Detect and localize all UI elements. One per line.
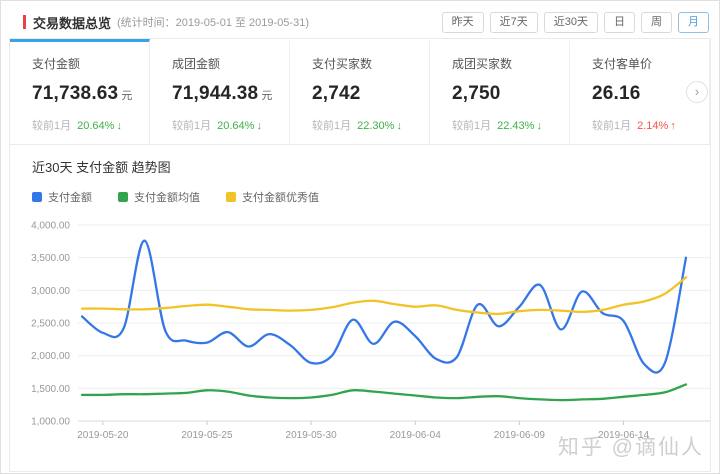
content-box: 支付金额 71,738.63元 较前1月20.64%↓ 成团金额 71,944.… bbox=[9, 38, 711, 472]
range-button-week[interactable]: 周 bbox=[641, 12, 672, 33]
metric-cards: 支付金额 71,738.63元 较前1月20.64%↓ 成团金额 71,944.… bbox=[10, 39, 710, 145]
chart-area: 4,000.00 3,500.00 3,000.00 2,500.00 2,000.00… bbox=[20, 213, 710, 456]
page-title: 交易数据总览 bbox=[33, 13, 111, 32]
legend-item-excellent[interactable]: 支付金额优秀值 bbox=[226, 189, 319, 205]
chart-legend: 支付金额 支付金额均值 支付金额优秀值 bbox=[32, 189, 710, 205]
title-wrap: 交易数据总览 (统计时间：2019-05-01 至 2019-05-31) bbox=[9, 13, 309, 32]
compare-percent: 20.64% bbox=[217, 120, 254, 132]
card-paying-buyers[interactable]: 支付买家数 2,742 较前1月 22.30%↓ bbox=[290, 39, 430, 144]
card-unit: 元 bbox=[261, 90, 272, 102]
compare-label: 较前1月 bbox=[172, 120, 211, 132]
title-accent-bar bbox=[23, 15, 26, 29]
range-button-month[interactable]: 月 bbox=[678, 12, 709, 33]
range-button-yesterday[interactable]: 昨天 bbox=[442, 12, 484, 33]
chevron-right-icon: › bbox=[695, 84, 699, 99]
date-range-buttons: 昨天 近7天 近30天 日 周 月 bbox=[442, 12, 709, 33]
card-label: 支付买家数 bbox=[312, 55, 419, 72]
compare-label: 较前1月 bbox=[452, 120, 491, 132]
legend-marker-yellow-icon bbox=[226, 192, 236, 202]
svg-text:2019-06-04: 2019-06-04 bbox=[390, 430, 442, 441]
svg-text:4,000.00: 4,000.00 bbox=[31, 221, 70, 232]
trend-down-arrow-icon: ↓ bbox=[256, 120, 262, 132]
dashboard-page: 交易数据总览 (统计时间：2019-05-01 至 2019-05-31) 昨天… bbox=[0, 0, 720, 474]
svg-text:2019-06-14: 2019-06-14 bbox=[598, 430, 650, 441]
card-value: 71,738.63 bbox=[32, 83, 118, 104]
trend-chart-panel: 近30天 支付金额 趋势图 支付金额 支付金额均值 支付金额优秀值 4,000.… bbox=[10, 145, 710, 471]
card-value: 2,750 bbox=[452, 83, 501, 104]
card-group-amount[interactable]: 成团金额 71,944.38元 较前1月 20.64%↓ bbox=[150, 39, 290, 144]
trend-down-arrow-icon: ↓ bbox=[396, 120, 402, 132]
card-label: 成团金额 bbox=[172, 55, 279, 72]
card-unit: 元 bbox=[121, 90, 132, 102]
compare-percent: 22.43% bbox=[497, 120, 534, 132]
card-payment-amount[interactable]: 支付金额 71,738.63元 较前1月 20.64%↓ bbox=[10, 39, 150, 144]
legend-item-average[interactable]: 支付金额均值 bbox=[118, 189, 200, 205]
compare-label: 较前1月 bbox=[312, 120, 351, 132]
chart-title: 近30天 支付金额 趋势图 bbox=[32, 157, 710, 176]
compare-label: 较前1月 bbox=[592, 120, 631, 132]
compare-percent: 2.14% bbox=[637, 120, 668, 132]
range-button-day[interactable]: 日 bbox=[604, 12, 635, 33]
card-label: 成团买家数 bbox=[452, 55, 559, 72]
svg-text:1,000.00: 1,000.00 bbox=[31, 417, 70, 428]
svg-text:2019-06-09: 2019-06-09 bbox=[494, 430, 546, 441]
page-subtitle: (统计时间：2019-05-01 至 2019-05-31) bbox=[117, 14, 309, 30]
svg-text:1,500.00: 1,500.00 bbox=[31, 384, 70, 395]
legend-item-payment[interactable]: 支付金额 bbox=[32, 189, 92, 205]
legend-marker-green-icon bbox=[118, 192, 128, 202]
trend-down-arrow-icon: ↓ bbox=[116, 120, 122, 132]
card-group-buyers[interactable]: 成团买家数 2,750 较前1月 22.43%↓ bbox=[430, 39, 570, 144]
svg-text:2,500.00: 2,500.00 bbox=[31, 319, 70, 330]
card-label: 支付客单价 bbox=[592, 55, 699, 72]
svg-text:2,000.00: 2,000.00 bbox=[31, 351, 70, 362]
trend-chart-svg: 4,000.00 3,500.00 3,000.00 2,500.00 2,000.00… bbox=[20, 213, 720, 451]
svg-text:2019-05-30: 2019-05-30 bbox=[286, 430, 338, 441]
compare-percent: 20.64% bbox=[77, 120, 114, 132]
svg-text:3,500.00: 3,500.00 bbox=[31, 253, 70, 264]
trend-down-arrow-icon: ↓ bbox=[536, 120, 542, 132]
svg-text:2019-05-20: 2019-05-20 bbox=[77, 430, 129, 441]
carousel-next-button[interactable]: › bbox=[686, 81, 708, 103]
compare-label: 较前1月 bbox=[32, 120, 71, 132]
card-value: 71,944.38 bbox=[172, 83, 258, 104]
card-value: 26.16 bbox=[592, 83, 641, 104]
range-button-7days[interactable]: 近7天 bbox=[490, 12, 538, 33]
legend-marker-blue-icon bbox=[32, 192, 42, 202]
svg-text:2019-05-25: 2019-05-25 bbox=[181, 430, 233, 441]
header: 交易数据总览 (统计时间：2019-05-01 至 2019-05-31) 昨天… bbox=[9, 10, 711, 34]
compare-percent: 22.30% bbox=[357, 120, 394, 132]
card-label: 支付金额 bbox=[32, 55, 139, 72]
card-value: 2,742 bbox=[312, 83, 361, 104]
trend-up-arrow-icon: ↑ bbox=[670, 120, 676, 132]
svg-text:3,000.00: 3,000.00 bbox=[31, 286, 70, 297]
range-button-30days[interactable]: 近30天 bbox=[544, 12, 598, 33]
